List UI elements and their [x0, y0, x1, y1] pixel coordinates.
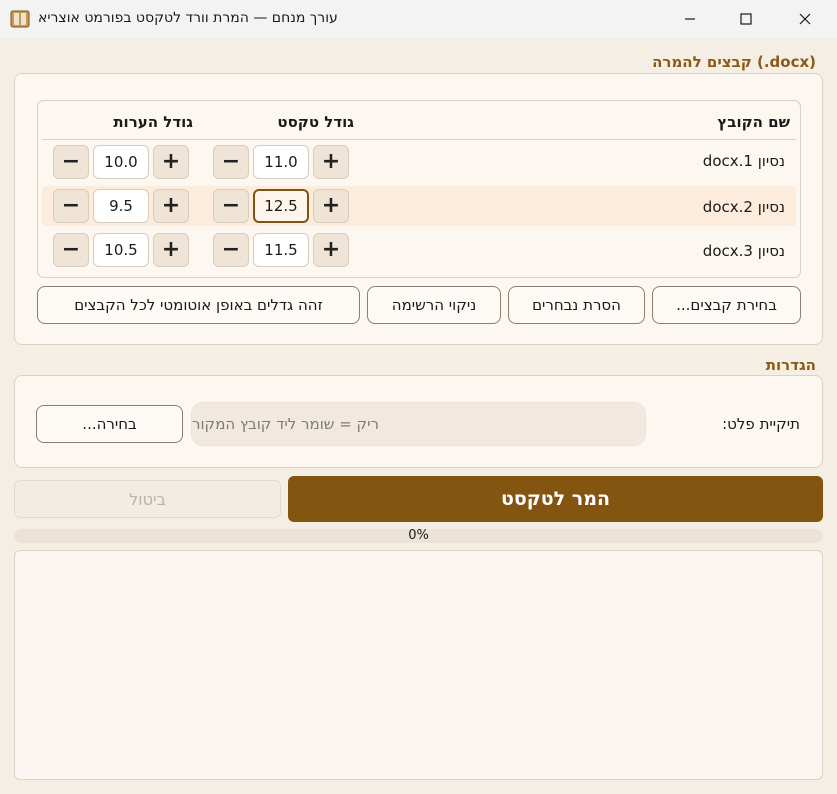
window-title: עורך מנחם — המרת וורד לטקסט בפורמט אוצרי…: [38, 10, 338, 26]
book-app-icon: [10, 10, 30, 28]
title-bar: עורך מנחם — המרת וורד לטקסט בפורמט אוצרי…: [0, 0, 837, 38]
maximize-button[interactable]: [723, 0, 769, 38]
text-size-increment-button[interactable]: +: [313, 189, 349, 223]
table-header-divider: [42, 139, 796, 140]
select-files-button[interactable]: בחירת קבצים...: [652, 286, 801, 324]
notes-size-value[interactable]: 9.5: [93, 189, 149, 223]
text-size-value[interactable]: 11.5: [253, 233, 309, 267]
minimize-icon: [685, 18, 695, 20]
text-size-increment-button[interactable]: +: [313, 145, 349, 179]
settings-group-title: הגדרות: [759, 356, 822, 374]
text-size-decrement-button[interactable]: −: [213, 233, 249, 267]
output-folder-input[interactable]: ריק = שומר ליד קובץ המקור: [191, 402, 646, 446]
notes-size-decrement-button[interactable]: −: [53, 189, 89, 223]
notes-size-increment-button[interactable]: +: [153, 145, 189, 179]
output-folder-label: תיקיית פלט:: [722, 415, 800, 433]
notes-size-value[interactable]: 10.5: [93, 233, 149, 267]
table-row-filename[interactable]: נסיון 1.docx: [600, 152, 785, 170]
table-row-filename[interactable]: נסיון 2.docx: [600, 198, 785, 216]
progress-text: 0%: [408, 528, 429, 543]
log-output-area[interactable]: [14, 550, 823, 780]
maximize-icon: [740, 13, 752, 25]
auto-detect-sizes-button[interactable]: זהה גדלים באופן אוטומטי לכל הקבצים: [37, 286, 360, 324]
column-header-notes-size: גודל הערות: [113, 113, 193, 131]
minimize-button[interactable]: [667, 0, 713, 38]
convert-button[interactable]: המר לטקסט: [288, 476, 823, 522]
notes-size-decrement-button[interactable]: −: [53, 233, 89, 267]
remove-selected-button[interactable]: הסרת נבחרים: [508, 286, 645, 324]
table-row-filename[interactable]: נסיון 3.docx: [600, 242, 785, 260]
notes-size-increment-button[interactable]: +: [153, 189, 189, 223]
column-header-text-size: גודל טקסט: [277, 113, 354, 131]
notes-size-value[interactable]: 10.0: [93, 145, 149, 179]
close-icon: [799, 13, 811, 25]
files-group-title: קבצים להמרה (.docx): [646, 53, 822, 71]
text-size-decrement-button[interactable]: −: [213, 189, 249, 223]
browse-button[interactable]: בחירה...: [36, 405, 183, 443]
notes-size-decrement-button[interactable]: −: [53, 145, 89, 179]
main-content: קבצים להמרה (.docx) שם הקובץ גודל טקסט ג…: [0, 38, 837, 794]
clear-list-button[interactable]: ניקוי הרשימה: [367, 286, 501, 324]
text-size-value[interactable]: 11.0: [253, 145, 309, 179]
text-size-decrement-button[interactable]: −: [213, 145, 249, 179]
close-button[interactable]: [782, 0, 828, 38]
text-size-increment-button[interactable]: +: [313, 233, 349, 267]
text-size-value[interactable]: 12.5: [253, 189, 309, 223]
notes-size-increment-button[interactable]: +: [153, 233, 189, 267]
cancel-button[interactable]: ביטול: [14, 480, 281, 518]
progress-bar: 0%: [14, 529, 823, 543]
column-header-filename: שם הקובץ: [717, 113, 790, 131]
